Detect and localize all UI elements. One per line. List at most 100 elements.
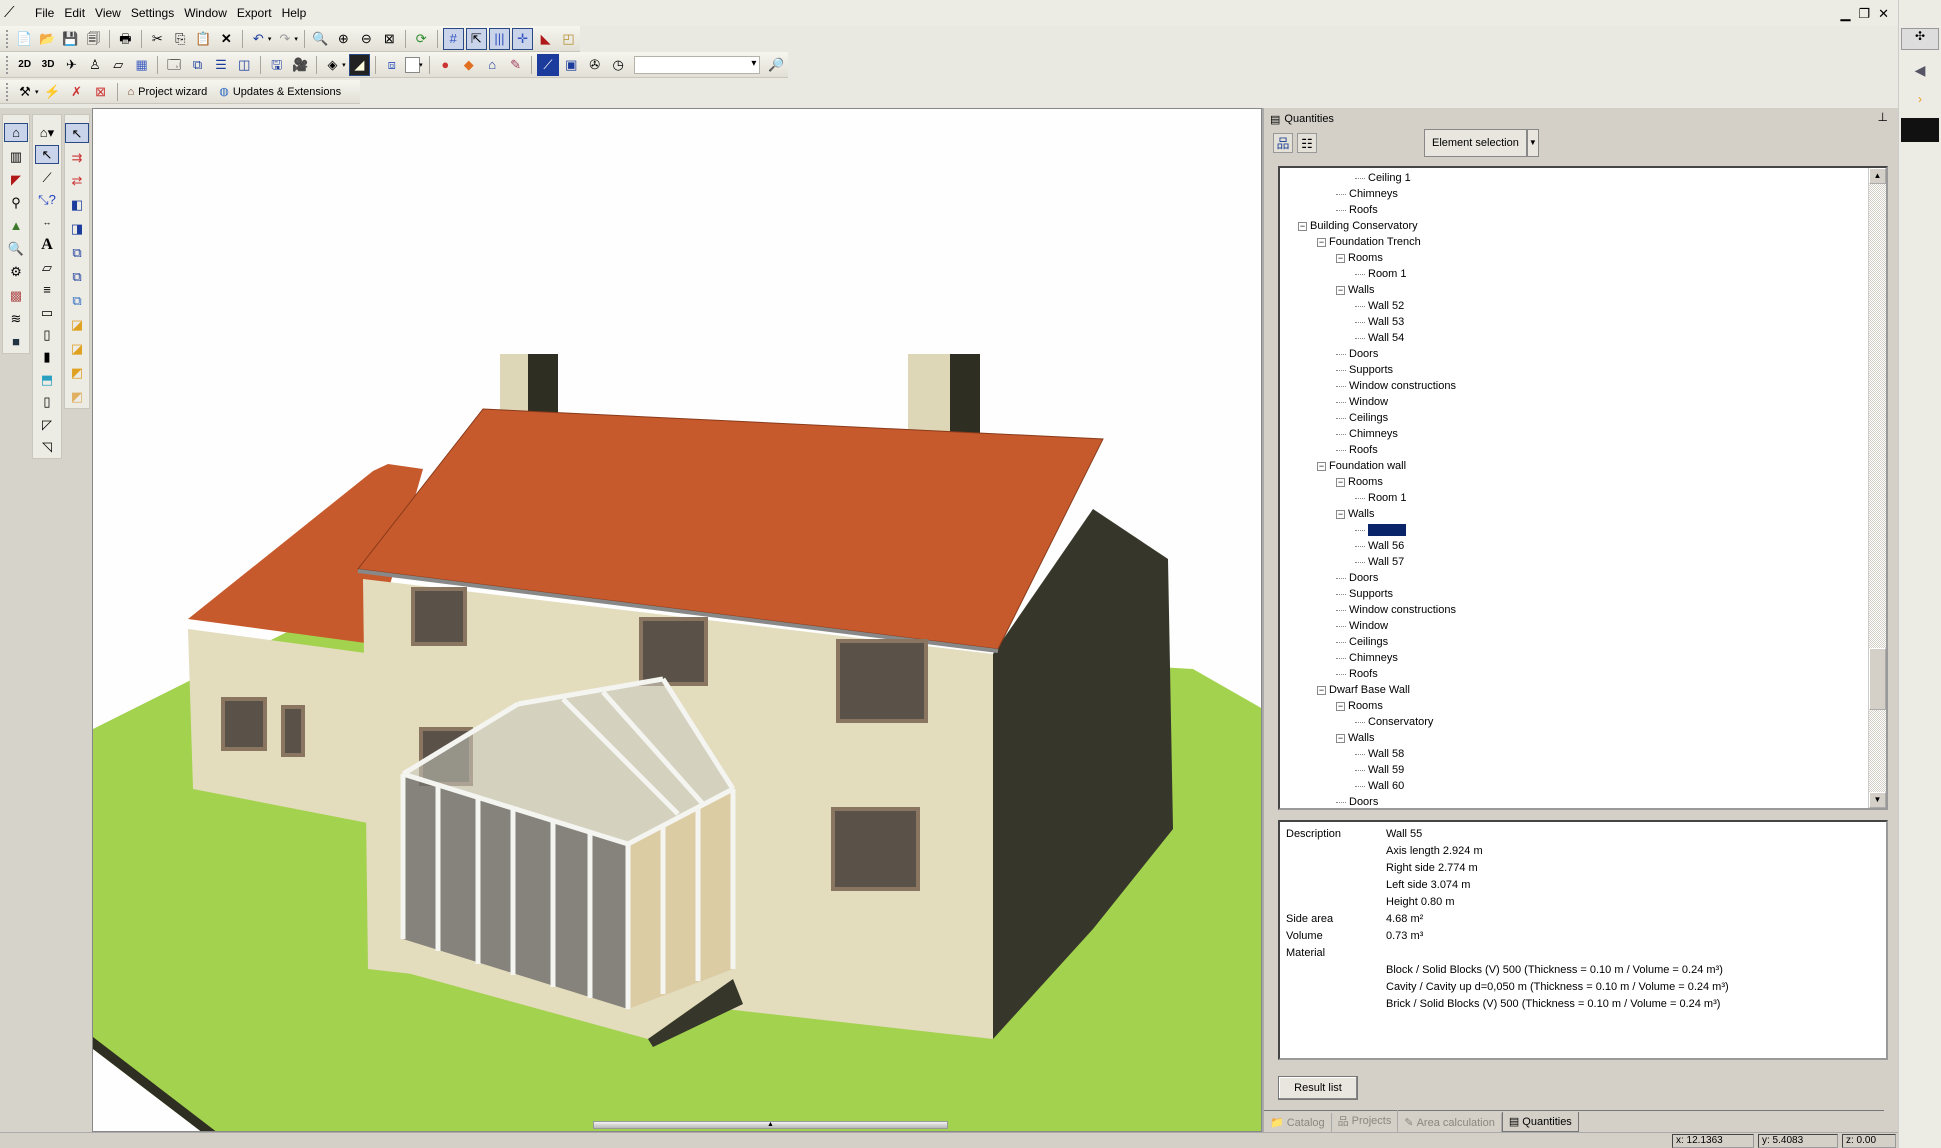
toolbar-grip[interactable] <box>6 55 9 74</box>
pointer-icon[interactable]: ↖ <box>65 123 89 144</box>
tree-node[interactable]: − Building Conservatory <box>1280 218 1868 234</box>
collapse-icon[interactable]: − <box>1336 253 1345 263</box>
roof-window-icon[interactable]: ◹ <box>35 437 59 455</box>
camera-icon[interactable]: 🎥 <box>289 54 310 76</box>
menu-export[interactable]: Export <box>232 6 277 20</box>
collapse-icon[interactable]: − <box>1336 285 1345 295</box>
tree-node[interactable]: Wall 57 <box>1280 554 1868 570</box>
tree-node[interactable]: Roofs <box>1280 442 1868 458</box>
new-file-icon[interactable]: 📄 <box>14 28 35 50</box>
layer-front-icon[interactable]: ◩ <box>65 386 89 406</box>
zoom-in-icon[interactable]: ⊕ <box>333 28 354 50</box>
tree-node[interactable]: Wall 52 <box>1280 298 1868 314</box>
text-icon[interactable]: A <box>35 236 59 254</box>
pattern-icon[interactable]: ▦ <box>131 54 152 76</box>
axis-icon[interactable]: ⟋ <box>537 53 559 76</box>
tree-node[interactable]: Doors <box>1280 794 1868 808</box>
magic-wand-icon[interactable]: ⚡ <box>42 81 64 103</box>
gear-icon[interactable]: ⚙ <box>4 262 28 281</box>
back-arrow-icon[interactable]: ◀ <box>1901 62 1939 78</box>
delete-icon[interactable]: ✕ <box>216 28 237 50</box>
chimney-icon[interactable]: ▮ <box>35 348 59 366</box>
tree-node[interactable]: Roofs <box>1280 666 1868 682</box>
column-icon[interactable]: ▯ <box>35 325 59 343</box>
tab-quantities[interactable]: ▤ Quantities <box>1501 1112 1579 1132</box>
zoom-out-icon[interactable]: ⊖ <box>356 28 377 50</box>
tree-node[interactable]: Wall 60 <box>1280 778 1868 794</box>
dimension-icon[interactable]: ↔ <box>35 213 59 231</box>
collapse-icon[interactable]: − <box>1336 477 1345 487</box>
tab-catalog[interactable]: 📁 Catalog <box>1264 1113 1332 1132</box>
collapse-icon[interactable]: − <box>1317 237 1326 247</box>
tree-node[interactable]: Ceilings <box>1280 634 1868 650</box>
pin-icon[interactable]: ⊥ <box>1878 110 1888 124</box>
minimize-icon[interactable]: ▁ <box>1840 6 1850 22</box>
tree-node[interactable]: Doors <box>1280 570 1868 586</box>
wall-icon[interactable]: ▱ <box>35 258 59 276</box>
material-icon[interactable]: ✎ <box>505 54 526 76</box>
tree-node[interactable]: − Rooms <box>1280 474 1868 490</box>
project-wizard-button[interactable]: ⌂ Project wizard <box>122 86 214 98</box>
menu-view[interactable]: View <box>90 6 126 20</box>
save-all-icon[interactable]: 🗐 <box>83 28 104 50</box>
tab-projects[interactable]: 品 Projects <box>1332 1110 1399 1132</box>
open-folder-icon[interactable]: 📂 <box>37 28 58 50</box>
tree-node[interactable]: Window constructions <box>1280 378 1868 394</box>
view-combo[interactable] <box>633 55 761 74</box>
layer-back-icon[interactable]: ◩ <box>65 362 89 382</box>
list-view-icon[interactable]: ☷ <box>1297 133 1317 153</box>
texture-icon[interactable]: ▩ <box>4 285 28 304</box>
tree-node[interactable]: Window <box>1280 394 1868 410</box>
save-view-icon[interactable]: 🖫 <box>266 54 287 76</box>
window-horizontal-icon[interactable]: ☰ <box>210 54 231 76</box>
render-icon[interactable]: ◈ <box>322 54 343 76</box>
paste-icon[interactable]: 📋 <box>193 28 214 50</box>
close-window-icon[interactable]: ⊠ <box>90 81 112 103</box>
tree-node[interactable]: Wall 56 <box>1280 538 1868 554</box>
restore-icon[interactable]: ❐ <box>1858 6 1870 22</box>
scroll-up-icon[interactable]: ▲ <box>1869 168 1886 184</box>
menu-help[interactable]: Help <box>277 6 312 20</box>
scroll-down-icon[interactable]: ▼ <box>1869 792 1886 808</box>
tree-node[interactable]: Wall 59 <box>1280 762 1868 778</box>
undo-icon[interactable]: ↶ <box>248 28 269 50</box>
menu-edit[interactable]: Edit <box>59 6 90 20</box>
tree-node[interactable]: Chimneys <box>1280 426 1868 442</box>
tree-node[interactable]: Ceilings <box>1280 410 1868 426</box>
satellite-icon[interactable]: ✈ <box>61 54 82 76</box>
collapse-icon[interactable]: − <box>1336 733 1345 743</box>
roof-pattern-icon[interactable]: ◰ <box>558 28 579 50</box>
chevron-down-icon[interactable]: ▼ <box>1526 129 1539 157</box>
print-icon[interactable]: 🖶 <box>115 28 136 50</box>
view-3d-icon[interactable]: 3D <box>37 54 58 76</box>
search-house-icon[interactable]: 🔎 <box>765 54 786 76</box>
tree-node[interactable]: − Rooms <box>1280 250 1868 266</box>
close-icon[interactable]: ✕ <box>1878 6 1889 22</box>
menu-file[interactable]: File <box>30 6 59 20</box>
mirror-copy-icon[interactable]: ◨ <box>65 219 89 239</box>
tree-node[interactable]: Wall 55 <box>1280 522 1868 538</box>
tree-node[interactable]: Window <box>1280 618 1868 634</box>
copy-icon[interactable]: ⧉ <box>65 243 89 263</box>
tree-node[interactable]: Conservatory <box>1280 714 1868 730</box>
move-icon[interactable]: ⇉ <box>65 147 89 167</box>
tree-node[interactable]: Doors <box>1280 346 1868 362</box>
fence-icon[interactable]: ▥ <box>4 146 28 165</box>
tree-node[interactable]: Room 1 <box>1280 490 1868 506</box>
tree-node[interactable]: − Rooms <box>1280 698 1868 714</box>
tab-area-calculation[interactable]: ✎ Area calculation <box>1398 1113 1502 1132</box>
tree-node[interactable]: Wall 54 <box>1280 330 1868 346</box>
collapse-icon[interactable]: − <box>1317 685 1326 695</box>
layer-move-icon[interactable]: ◪ <box>65 338 89 358</box>
toolbar-grip[interactable] <box>6 82 9 101</box>
tree-node[interactable]: Window constructions <box>1280 602 1868 618</box>
redo-icon[interactable]: ↷ <box>274 28 295 50</box>
result-list-button[interactable]: Result list <box>1278 1076 1358 1100</box>
element-selection-button[interactable]: Element selection ▼ <box>1424 129 1539 157</box>
layer-icon[interactable]: ◪ <box>65 314 89 334</box>
tree-node[interactable]: Room 1 <box>1280 266 1868 282</box>
tree-node[interactable]: − Walls <box>1280 730 1868 746</box>
tree-node[interactable]: − Foundation wall <box>1280 458 1868 474</box>
gradient-icon[interactable]: ◆ <box>458 54 479 76</box>
tree-node[interactable]: Wall 58 <box>1280 746 1868 762</box>
